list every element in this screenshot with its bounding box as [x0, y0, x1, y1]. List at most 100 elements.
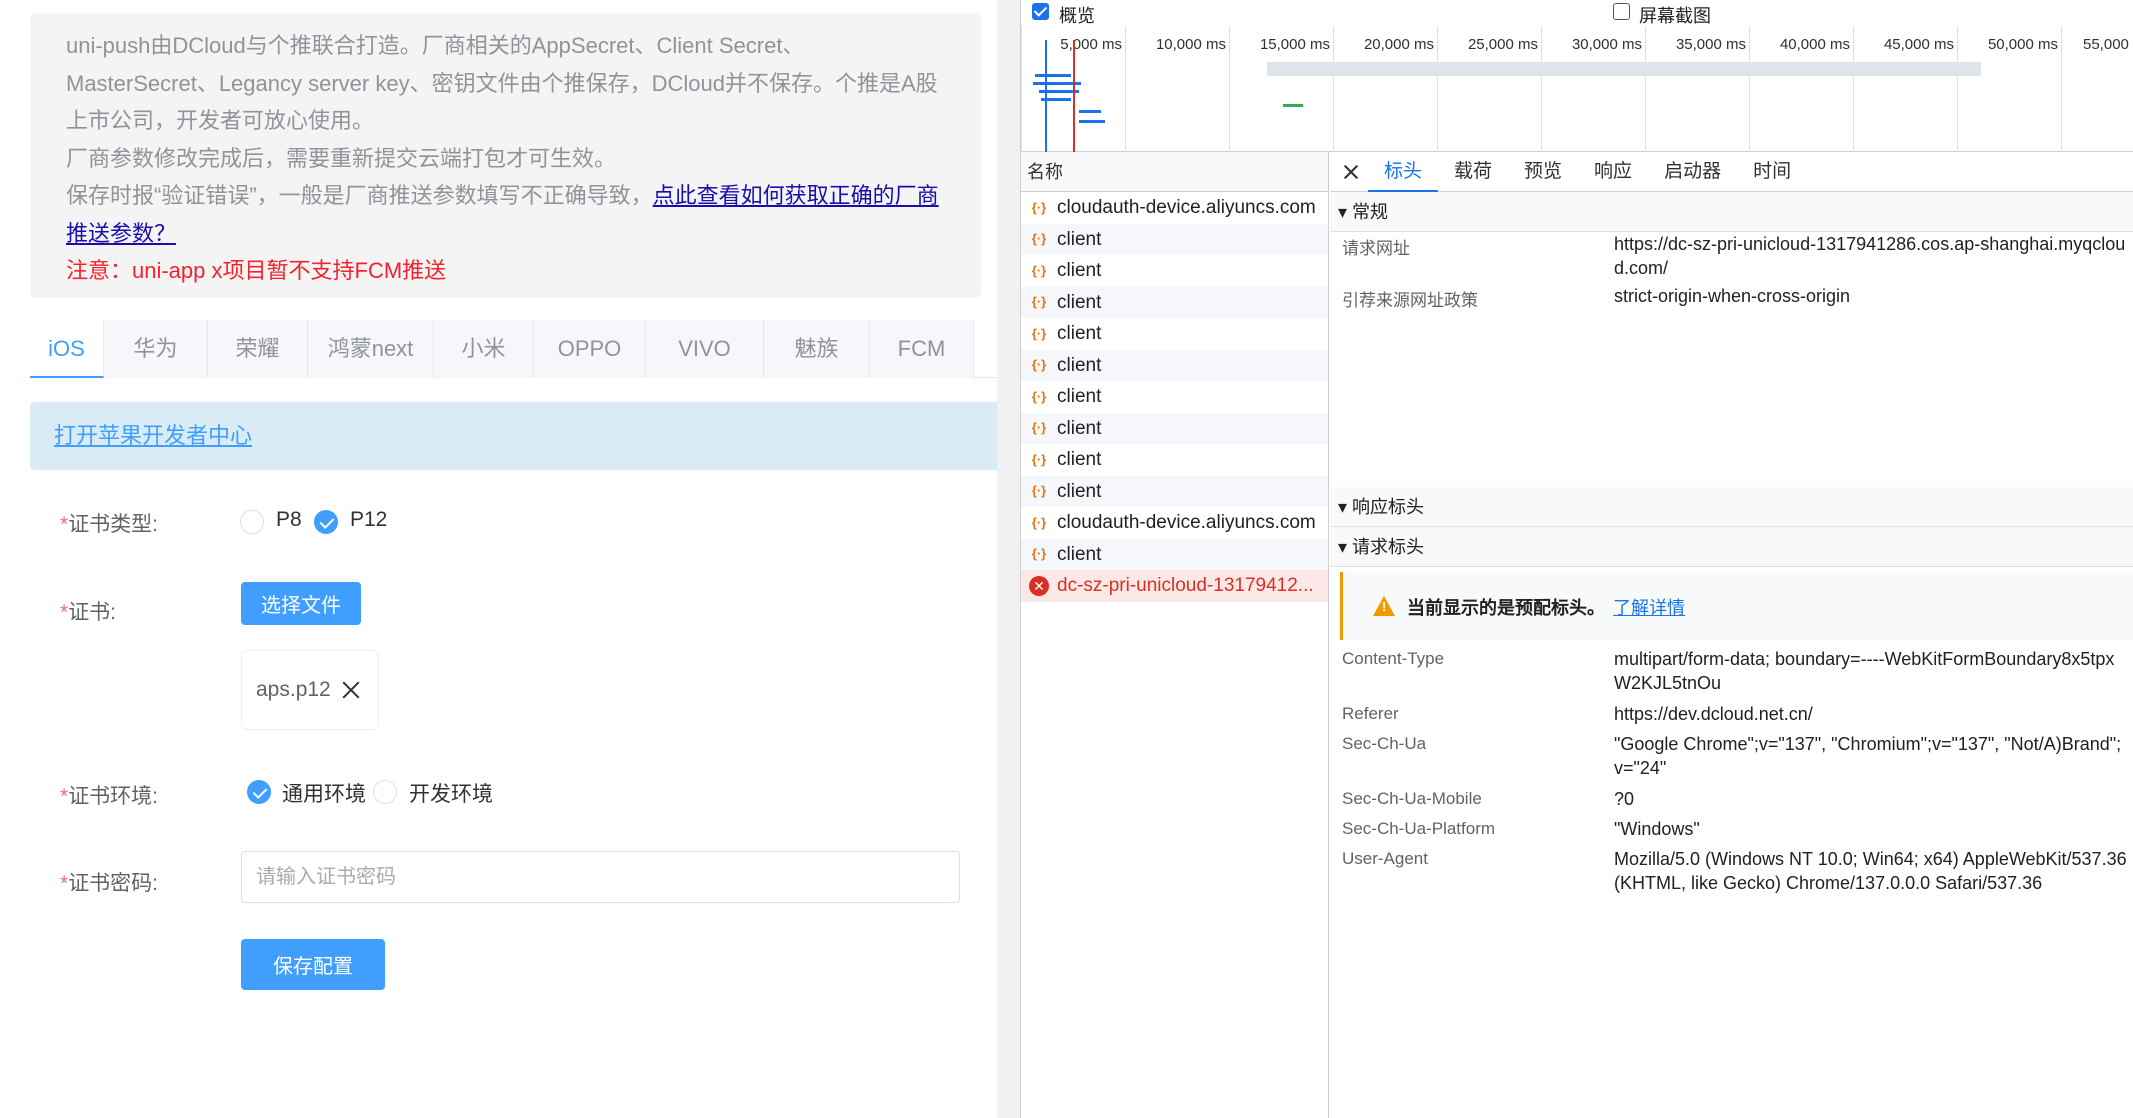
- overview-bar: 概览 屏幕截图: [1021, 0, 2133, 26]
- tab-preview[interactable]: 预览: [1508, 152, 1578, 192]
- request-header-key: Content-Type: [1342, 649, 1445, 668]
- help-link-cont[interactable]: 推送参数？: [66, 221, 176, 246]
- request-name: client: [1057, 291, 1102, 313]
- choose-file-button[interactable]: 选择文件: [241, 582, 361, 625]
- pwd-label: *证书密码:: [60, 872, 159, 895]
- screenshot-checkbox[interactable]: [1613, 3, 1630, 20]
- request-name: client: [1057, 417, 1102, 439]
- notice-line: 保存时报“验证错误”，一般是厂商推送参数填写不正确导致，点此查看如何获取正确的厂…: [66, 177, 945, 215]
- tab-payload[interactable]: 载荷: [1438, 152, 1508, 192]
- request-header-key: Sec-Ch-Ua-Platform: [1342, 819, 1496, 838]
- tab-xiaomi[interactable]: 小米: [434, 320, 534, 378]
- request-row[interactable]: {·} client: [1021, 349, 1328, 381]
- request-row[interactable]: {·} client: [1021, 475, 1328, 507]
- request-row[interactable]: {·} cloudauth-device.aliyuncs.com: [1021, 507, 1328, 539]
- general-value: strict-origin-when-cross-origin: [1614, 286, 1851, 306]
- tab-honor[interactable]: 荣耀: [208, 320, 308, 378]
- tab-meizu[interactable]: 魅族: [764, 320, 870, 378]
- fetch-xhr-icon: {·}: [1031, 357, 1047, 373]
- uploaded-file: aps.p12: [241, 650, 379, 730]
- fetch-xhr-icon: {·}: [1031, 420, 1047, 436]
- cert-label: *证书:: [60, 601, 117, 624]
- overview-checkbox[interactable]: [1032, 3, 1049, 20]
- request-header-value: "Windows": [1614, 819, 1700, 839]
- tick-label: 5,000 ms: [1060, 36, 1122, 53]
- request-row[interactable]: {·} client: [1021, 444, 1328, 476]
- notice-line: uni-push由DCloud与个推联合打造。厂商相关的AppSecret、Cl…: [66, 33, 805, 58]
- request-headers-section[interactable]: ▾ 请求标头: [1330, 527, 2133, 567]
- request-row-error[interactable]: ✕ dc-sz-pri-unicloud-13179412...: [1021, 570, 1328, 602]
- apple-dev-banner: 打开苹果开发者中心: [30, 402, 1005, 470]
- tab-vivo[interactable]: VIVO: [646, 320, 764, 378]
- request-header-value: multipart/form-data; boundary=----WebKit…: [1614, 649, 2115, 693]
- tab-headers[interactable]: 标头: [1368, 152, 1439, 192]
- tick-label: 40,000 ms: [1779, 36, 1850, 53]
- request-row[interactable]: {·} client: [1021, 381, 1328, 413]
- request-row[interactable]: {·} client: [1021, 538, 1328, 570]
- request-header-value: https://dev.dcloud.net.cn/: [1614, 704, 1813, 724]
- radio-p12[interactable]: [314, 510, 338, 534]
- fetch-xhr-icon: {·}: [1031, 325, 1047, 341]
- name-column-header[interactable]: 名称: [1021, 152, 1328, 192]
- detail-tabs: 标头 载荷 预览 响应 启动器 时间: [1330, 152, 2133, 192]
- request-header-value: "Google Chrome";v="137", "Chromium";v="1…: [1614, 734, 2122, 778]
- request-row[interactable]: {·} client: [1021, 255, 1328, 287]
- request-name: client: [1057, 543, 1102, 565]
- tick-label: 25,000 ms: [1467, 36, 1538, 53]
- request-name: client: [1057, 480, 1102, 502]
- radio-p12-label: P12: [350, 508, 388, 531]
- radio-env-dev-label: 开发环境: [409, 783, 493, 806]
- request-name: client: [1057, 354, 1102, 376]
- general-key: 请求网址: [1342, 239, 1410, 258]
- general-section-header[interactable]: ▾ 常规: [1330, 192, 2133, 232]
- remove-file-icon[interactable]: [341, 680, 361, 700]
- tab-oppo[interactable]: OPPO: [534, 320, 646, 378]
- request-row[interactable]: {·} cloudauth-device.aliyuncs.com: [1021, 192, 1328, 224]
- request-header-key: Sec-Ch-Ua-Mobile: [1342, 789, 1482, 808]
- push-config-panel: uni-push由DCloud与个推联合打造。厂商相关的AppSecret、Cl…: [8, 0, 1005, 1118]
- radio-env-dev[interactable]: [373, 780, 397, 804]
- tab-response[interactable]: 响应: [1578, 152, 1648, 192]
- tick-label: 30,000 ms: [1571, 36, 1642, 53]
- request-row[interactable]: {·} client: [1021, 412, 1328, 444]
- page-gutter: [997, 0, 1020, 1118]
- tab-fcm[interactable]: FCM: [870, 320, 974, 378]
- timeline-request: [1079, 110, 1101, 113]
- request-row[interactable]: {·} client: [1021, 286, 1328, 318]
- response-headers-section[interactable]: ▾ 响应标头: [1330, 487, 2133, 527]
- request-name: client: [1057, 449, 1102, 470]
- screenshot-label: 屏幕截图: [1639, 6, 1711, 26]
- tab-timing[interactable]: 时间: [1737, 152, 1807, 192]
- radio-p8[interactable]: [240, 510, 264, 534]
- tab-harmony-next[interactable]: 鸿蒙next: [308, 320, 434, 378]
- file-name: aps.p12: [256, 678, 331, 701]
- network-overview-timeline[interactable]: 5,000 ms 10,000 ms 15,000 ms 20,000 ms 2…: [1021, 26, 2133, 152]
- tab-initiator[interactable]: 启动器: [1648, 152, 1737, 192]
- cert-type-label: *证书类型:: [60, 513, 159, 536]
- help-link[interactable]: 点此查看如何获取正确的厂商: [653, 183, 939, 208]
- fetch-xhr-icon: {·}: [1031, 231, 1047, 247]
- request-row[interactable]: {·} client: [1021, 318, 1328, 350]
- fetch-xhr-icon: {·}: [1031, 514, 1047, 530]
- learn-more-link[interactable]: 了解详情: [1613, 598, 1685, 618]
- cert-password-input[interactable]: [241, 851, 960, 903]
- timeline-tick: 50,000 ms: [1988, 26, 2062, 152]
- fetch-xhr-icon: {·}: [1031, 262, 1047, 278]
- save-config-button[interactable]: 保存配置: [241, 939, 385, 990]
- apple-dev-center-link[interactable]: 打开苹果开发者中心: [54, 423, 252, 448]
- timeline-request: [1283, 104, 1303, 107]
- warning-text: 当前显示的是预配标头。 了解详情: [1407, 598, 1685, 618]
- dom-content-loaded-marker: [1045, 40, 1047, 152]
- timeline-long-request: [1267, 62, 1981, 76]
- warning-icon: !: [1373, 596, 1395, 616]
- close-icon[interactable]: [1330, 152, 1368, 192]
- request-header-key: Sec-Ch-Ua: [1342, 734, 1427, 753]
- tab-ios[interactable]: iOS: [30, 320, 104, 378]
- tab-huawei[interactable]: 华为: [104, 320, 208, 378]
- vendor-tabs: iOS 华为 荣耀 鸿蒙next 小米 OPPO VIVO 魅族 FCM: [30, 320, 1005, 378]
- request-list: 名称 {·} cloudauth-device.aliyuncs.com {·} cl…: [1021, 152, 1329, 1118]
- notice-line: 上市公司，开发者可放心使用。: [66, 108, 375, 133]
- request-row[interactable]: {·} client: [1021, 223, 1328, 255]
- tick-label: 10,000 ms: [1155, 36, 1226, 53]
- radio-env-general[interactable]: [247, 780, 271, 804]
